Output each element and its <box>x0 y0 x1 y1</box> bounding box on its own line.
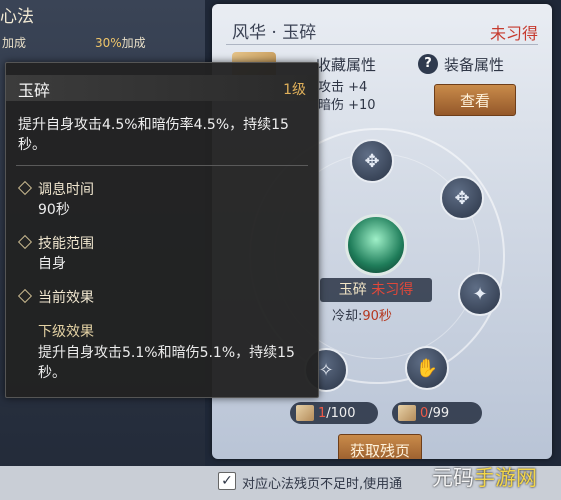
collect-stat-attack: 攻击 +4 <box>318 80 368 95</box>
tooltip-description: 提升自身攻击4.5%和暗伤率4.5%，持续15秒。 <box>18 117 289 153</box>
watermark: 元码手游网 <box>432 462 537 492</box>
cooldown-value: 90秒 <box>362 309 392 324</box>
range-section: 技能范围 <box>17 233 94 253</box>
help-icon[interactable]: ? <box>418 54 438 74</box>
left-panel-title: 心法 <box>0 7 34 27</box>
skill-node-icon[interactable]: ✋ <box>405 346 449 390</box>
tooltip-level: 1级 <box>283 82 306 98</box>
skill-name: 玉碎 <box>338 282 367 298</box>
page-counter-2-current: 0 <box>420 405 429 421</box>
left-bonus-b-value: 30% <box>95 36 122 50</box>
equip-attributes-label[interactable]: 装备属性 <box>444 54 504 75</box>
left-bonus-b: 30%加成 <box>95 34 146 51</box>
cooldown-readout: 冷却:90秒 <box>332 305 392 324</box>
page-counter-1-current: 1 <box>318 405 327 421</box>
page-counter-2[interactable]: 0/99 <box>392 402 482 424</box>
book-icon <box>296 405 314 421</box>
cooldown-section: 调息时间 <box>17 179 94 199</box>
left-bonus-a: 加成 <box>2 36 27 50</box>
page-counter-1[interactable]: 1/100 <box>290 402 378 424</box>
skill-node-icon[interactable]: ✥ <box>350 139 394 183</box>
tooltip-title: 玉碎 <box>18 81 51 100</box>
tooltip-header <box>6 75 318 101</box>
book-icon <box>398 405 416 421</box>
divider <box>226 44 538 45</box>
diamond-bullet-icon <box>17 234 33 250</box>
skill-node-icon[interactable]: ✥ <box>440 176 484 220</box>
jade-skill-icon[interactable] <box>345 214 407 276</box>
skill-panel-status: 未习得 <box>489 24 538 43</box>
collect-stat-dark-damage: 暗伤 +10 <box>318 98 376 113</box>
skill-name-badge: 玉碎 未习得 <box>320 278 432 302</box>
effect-section-label: 当前效果 <box>38 290 94 306</box>
next-level-label: 下级效果 <box>38 324 94 340</box>
auto-use-checkbox[interactable]: ✓ <box>218 472 236 490</box>
range-section-label: 技能范围 <box>38 236 94 252</box>
skill-node-icon[interactable]: ✦ <box>458 272 502 316</box>
watermark-text-b: 手游网 <box>474 466 537 490</box>
tooltip-divider <box>16 165 308 166</box>
skill-learn-status: 未习得 <box>371 282 414 298</box>
diamond-bullet-icon <box>17 288 33 304</box>
watermark-text-a: 元码 <box>432 466 474 490</box>
cooldown-section-label: 调息时间 <box>38 182 94 198</box>
left-bonus-b-label: 加成 <box>121 36 146 50</box>
skill-tooltip: 玉碎 1级 提升自身攻击4.5%和暗伤率4.5%，持续15秒。 调息时间 90秒… <box>5 62 319 398</box>
page-counter-1-total: /100 <box>326 405 356 421</box>
view-button[interactable]: 查看 <box>434 84 516 116</box>
page-counter-2-total: /99 <box>428 405 450 421</box>
range-section-value: 自身 <box>38 256 66 272</box>
cooldown-label: 冷却: <box>332 309 363 324</box>
skill-panel-title: 风华 · 玉碎 <box>232 23 317 43</box>
auto-use-label: 对应心法残页不足时,使用通 <box>242 477 403 492</box>
collect-attributes-label: 收藏属性 <box>316 56 377 74</box>
next-level-description: 提升自身攻击5.1%和暗伤5.1%，持续15秒。 <box>38 345 295 381</box>
diamond-bullet-icon <box>17 180 33 196</box>
effect-section: 当前效果 <box>17 287 94 307</box>
cooldown-section-value: 90秒 <box>38 202 70 218</box>
get-fragments-button[interactable]: 获取残页 <box>338 434 422 459</box>
